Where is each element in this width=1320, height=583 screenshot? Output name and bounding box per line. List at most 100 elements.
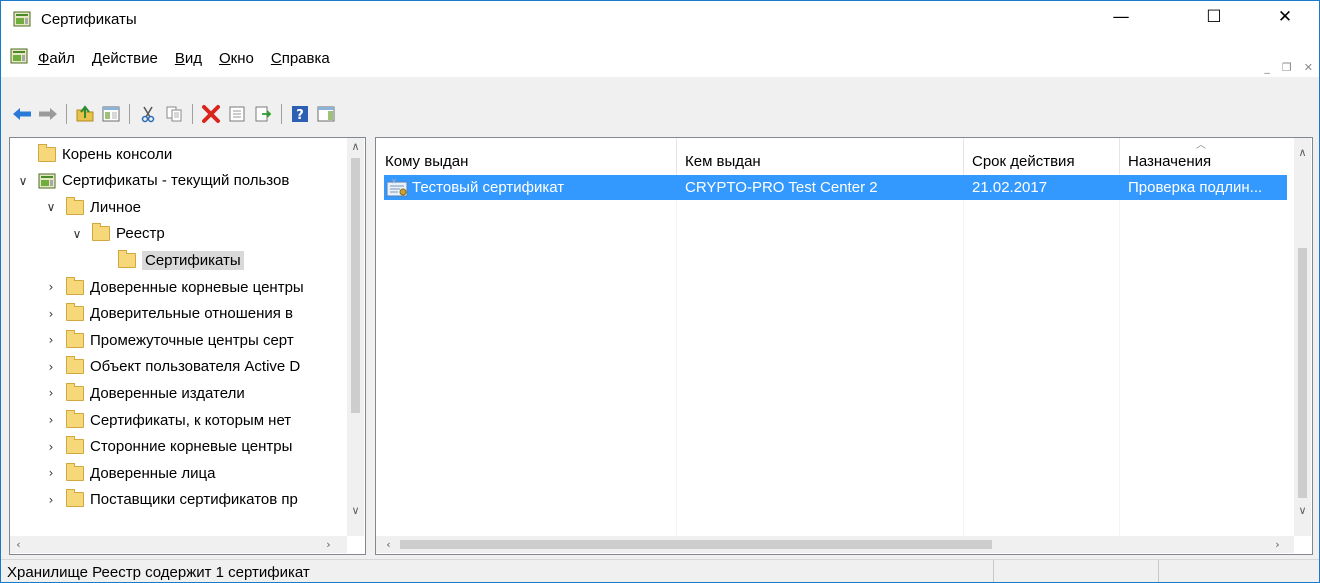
forward-arrow-icon[interactable] (37, 103, 59, 125)
expand-chevron-icon[interactable]: › (44, 440, 58, 454)
help-icon[interactable]: ? (289, 103, 311, 125)
tree-item[interactable]: › Сертификаты, к которым нет (44, 408, 291, 432)
scroll-down-arrow-icon[interactable]: ∨ (347, 502, 364, 519)
tree-item[interactable]: › Доверенные корневые центры (44, 275, 304, 299)
expand-chevron-icon[interactable]: › (44, 386, 58, 400)
expand-chevron-icon[interactable]: › (44, 466, 58, 480)
tree-item[interactable]: › Сторонние корневые центры (44, 435, 292, 459)
scroll-right-arrow-icon[interactable]: › (320, 536, 337, 553)
mdi-restore-icon[interactable]: ❐ (1282, 61, 1292, 74)
tree-item[interactable]: › Поставщики сертификатов пр (44, 488, 298, 512)
scroll-down-arrow-icon[interactable]: ∨ (1294, 502, 1311, 519)
scroll-up-arrow-icon[interactable]: ∧ (347, 138, 364, 155)
maximize-button[interactable]: ☐ (1191, 1, 1237, 33)
expand-chevron-icon[interactable]: › (44, 307, 58, 321)
tree-item[interactable]: › Доверительные отношения в (44, 302, 293, 326)
toolbar: ? (1, 98, 1319, 130)
column-issued-by-label: Кем выдан (685, 153, 761, 170)
collapse-chevron-icon[interactable]: ∨ (16, 174, 30, 188)
grid-line (963, 174, 964, 536)
mmc-window: Сертификаты — ☐ ✕ Файл Действие Вид Окно… (0, 0, 1320, 583)
folder-icon (66, 489, 84, 508)
tree-item-label: Доверенные издатели (90, 384, 245, 402)
tree-scroll-thumb[interactable] (351, 158, 360, 413)
table-row[interactable]: Тестовый сертификат CRYPTO-PRO Test Cent… (384, 175, 1287, 200)
back-arrow-icon[interactable] (11, 103, 33, 125)
tree-item[interactable]: Сертификаты (96, 248, 244, 272)
tree-item-label: Сертификаты - текущий пользов (62, 172, 290, 190)
tree-item-label: Объект пользователя Active D (90, 358, 301, 376)
list-header: Кому выдан Кем выдан Срок действия Назна… (376, 138, 1295, 174)
tree-item-label: Промежуточные центры серт (90, 331, 294, 349)
export-list-icon[interactable] (252, 103, 274, 125)
show-hide-action-pane-icon[interactable] (315, 103, 337, 125)
system-menu-icon[interactable] (10, 48, 28, 68)
properties-icon[interactable] (226, 103, 248, 125)
mdi-close-icon[interactable]: ✕ (1304, 61, 1313, 74)
list-vertical-scrollbar[interactable]: ∧ ∨ (1294, 138, 1311, 536)
column-expiration-label: Срок действия (972, 153, 1075, 170)
tree-item[interactable]: ∨ Реестр (70, 222, 165, 246)
menu-help[interactable]: Справка (271, 50, 330, 67)
folder-icon (66, 436, 84, 455)
menu-view[interactable]: Вид (175, 50, 202, 67)
menu-window[interactable]: Окно (219, 50, 254, 67)
menu-help-accel: С (270, 49, 282, 67)
menu-action[interactable]: Действие (92, 50, 158, 67)
expand-chevron-icon[interactable]: › (44, 360, 58, 374)
console-tree[interactable]: Корень консоли ∨ Сертификаты - текущий пол… (9, 137, 366, 555)
tree-item[interactable]: › Доверенные лица (44, 461, 215, 485)
minimize-button[interactable]: — (1098, 1, 1144, 33)
list-scroll-thumb[interactable] (1298, 248, 1307, 498)
expand-chevron-icon[interactable]: › (44, 413, 58, 427)
title-bar[interactable]: Сертификаты — ☐ ✕ (1, 1, 1319, 39)
column-purposes[interactable]: Назначения (1119, 138, 1295, 174)
scroll-up-arrow-icon[interactable]: ∧ (1294, 144, 1311, 161)
cell-purposes: Проверка подлин... (1128, 179, 1263, 196)
certificate-list[interactable]: Кому выдан Кем выдан Срок действия Назна… (375, 137, 1313, 555)
mdi-controls: _ ❐ ✕ (1264, 61, 1313, 74)
status-divider (1158, 560, 1159, 582)
tree-horizontal-scrollbar[interactable]: ‹ › (10, 536, 347, 553)
copy-icon[interactable] (163, 103, 185, 125)
scroll-left-arrow-icon[interactable]: ‹ (380, 536, 397, 553)
scroll-right-arrow-icon[interactable]: › (1269, 536, 1286, 553)
delete-icon[interactable] (200, 103, 222, 125)
column-expiration[interactable]: Срок действия (963, 138, 1119, 174)
close-button[interactable]: ✕ (1262, 1, 1308, 33)
collapse-chevron-icon[interactable]: ∨ (44, 200, 58, 214)
tree-item-label: Доверенные корневые центры (90, 278, 304, 296)
folder-icon (66, 196, 84, 215)
column-issued-to[interactable]: Кому выдан (376, 138, 676, 174)
expand-chevron-icon[interactable]: › (44, 333, 58, 347)
tree-item-label: Реестр (116, 225, 165, 243)
certificates-app-icon (13, 11, 31, 31)
toolbar-separator (281, 104, 282, 124)
list-horizontal-scrollbar[interactable]: ‹ › (376, 536, 1294, 553)
scroll-left-arrow-icon[interactable]: ‹ (10, 536, 27, 553)
tree-item[interactable]: › Доверенные издатели (44, 381, 245, 405)
show-hide-tree-icon[interactable] (100, 103, 122, 125)
tree-item[interactable]: › Промежуточные центры серт (44, 328, 294, 352)
expand-chevron-icon[interactable]: › (44, 493, 58, 507)
menu-bar: Файл Действие Вид Окно Справка _ ❐ ✕ (1, 39, 1319, 77)
menu-action-accel: Д (91, 49, 103, 67)
list-hscroll-thumb[interactable] (400, 540, 992, 549)
certificate-icon (386, 175, 410, 200)
column-issued-by[interactable]: Кем выдан (676, 138, 963, 174)
cut-icon[interactable] (137, 103, 159, 125)
certificates-snapin-icon (38, 173, 56, 189)
folder-icon (66, 462, 84, 481)
tree-item[interactable]: ∨ Личное (44, 195, 141, 219)
cell-issued-to: Тестовый сертификат (412, 179, 565, 196)
tree-item[interactable]: ∨ Сертификаты - текущий пользов (16, 169, 290, 193)
up-folder-icon[interactable] (74, 103, 96, 125)
expand-chevron-icon[interactable]: › (44, 280, 58, 294)
tree-vertical-scrollbar[interactable]: ∧ ∨ (347, 138, 364, 536)
menu-file[interactable]: Файл (38, 50, 75, 67)
tree-item[interactable]: › Объект пользователя Active D (44, 355, 300, 379)
mdi-minimize-icon[interactable]: _ (1264, 61, 1270, 74)
tree-item[interactable]: Корень консоли (16, 142, 172, 166)
collapse-chevron-icon[interactable]: ∨ (70, 227, 84, 241)
folder-icon (66, 382, 84, 401)
